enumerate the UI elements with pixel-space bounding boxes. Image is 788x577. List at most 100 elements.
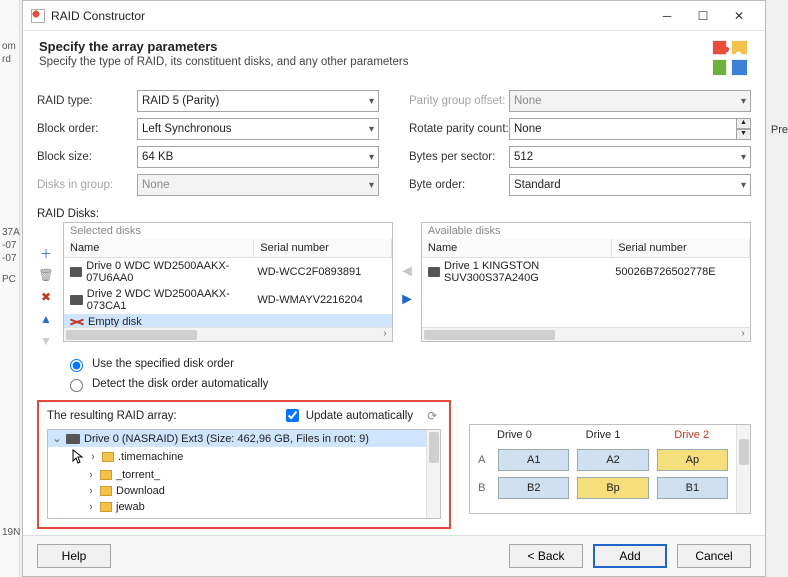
col-name[interactable]: Name (64, 239, 254, 257)
block-order-select[interactable]: Left Synchronous▾ (137, 118, 379, 140)
minimize-button[interactable]: ─ (649, 4, 685, 28)
stripe-row: B B2 Bp B1 (478, 477, 728, 499)
tree-item[interactable]: › .timemachine (48, 447, 440, 467)
bytes-per-sector-select[interactable]: 512▾ (509, 146, 751, 168)
mark-empty-button[interactable]: ✖ (37, 288, 55, 306)
left-form: RAID type: RAID 5 (Parity)▾ Block order:… (37, 90, 379, 196)
stripe-cell: A2 (577, 449, 648, 471)
use-specified-order-radio[interactable]: Use the specified disk order (65, 356, 751, 372)
stripe-cell: B1 (657, 477, 728, 499)
block-size-label: Block size: (37, 151, 137, 163)
stripe-cell-parity: Bp (577, 477, 648, 499)
remove-disk-button[interactable]: 🗑 (37, 266, 55, 284)
chevron-down-icon: ▾ (369, 96, 374, 107)
chevron-down-icon: ▾ (369, 124, 374, 135)
resulting-raid-box: The resulting RAID array: Update automat… (37, 400, 451, 529)
resulting-raid-tree[interactable]: ⌄ Drive 0 (NASRAID) Ext3 (Size: 462,96 G… (47, 429, 441, 519)
background-right-fragment: Pre (771, 124, 788, 136)
rotate-parity-spinner[interactable]: None ▲▼ (509, 118, 751, 140)
stripe-cell: B2 (498, 477, 569, 499)
rotate-parity-label: Rotate parity count: (409, 123, 509, 135)
h-scrollbar[interactable]: ‹› (64, 327, 392, 341)
tree-item[interactable]: › Download (48, 483, 440, 499)
folder-icon (100, 502, 112, 512)
hdd-icon (70, 267, 82, 277)
folder-icon (100, 486, 112, 496)
refresh-icon[interactable]: ⟳ (423, 407, 441, 425)
block-size-select[interactable]: 64 KB▾ (137, 146, 379, 168)
right-form: Parity group offset: None▾ Rotate parity… (409, 90, 751, 196)
move-right-arrow[interactable]: ► (399, 291, 415, 309)
disks-in-group-label: Disks in group: (37, 179, 137, 191)
empty-disk-icon (70, 317, 84, 327)
chevron-down-icon: ▾ (369, 152, 374, 163)
raid-type-select[interactable]: RAID 5 (Parity)▾ (137, 90, 379, 112)
maximize-button[interactable]: ☐ (685, 4, 721, 28)
stripe-map: Drive 0 Drive 1 Drive 2 A A1 A2 Ap (469, 424, 751, 514)
footer: Help < Back Add Cancel (23, 535, 765, 576)
disk-row[interactable]: Empty disk (64, 314, 392, 327)
byte-order-select[interactable]: Standard▾ (509, 174, 751, 196)
chevron-down-icon: ▾ (741, 180, 746, 191)
stripe-cell: A1 (498, 449, 569, 471)
spin-down-icon[interactable]: ▼ (736, 129, 751, 140)
folder-icon (102, 452, 114, 462)
spin-up-icon[interactable]: ▲ (736, 118, 751, 129)
col-serial[interactable]: Serial number (254, 239, 392, 257)
folder-icon (100, 470, 112, 480)
col-name[interactable]: Name (422, 239, 612, 257)
parity-offset-label: Parity group offset: (409, 95, 509, 107)
collapse-icon[interactable]: ⌄ (52, 432, 62, 445)
titlebar: RAID Constructor ─ ☐ ✕ (23, 1, 765, 31)
disk-row[interactable]: Drive 2 WDC WD2500AAKX-073CA1 WD-WMAYV22… (64, 286, 392, 314)
disk-row[interactable]: Drive 0 WDC WD2500AAKX-07U6AA0 WD-WCC2F0… (64, 258, 392, 286)
tree-root[interactable]: ⌄ Drive 0 (NASRAID) Ext3 (Size: 462,96 G… (48, 430, 440, 447)
chevron-down-icon: ▾ (741, 152, 746, 163)
stripe-cell-parity: Ap (657, 449, 728, 471)
close-button[interactable]: ✕ (721, 4, 757, 28)
available-disks-caption: Available disks (422, 223, 750, 239)
expand-icon[interactable]: › (86, 501, 96, 513)
page-title: Specify the array parameters (39, 39, 699, 54)
v-scrollbar[interactable] (736, 425, 750, 513)
move-down-button: ▼ (37, 332, 55, 350)
disks-in-group-select: None▾ (137, 174, 379, 196)
puzzle-icon (711, 39, 749, 80)
block-order-label: Block order: (37, 123, 137, 135)
add-button[interactable]: Add (593, 544, 667, 568)
resulting-raid-label: The resulting RAID array: (47, 410, 272, 422)
chevron-down-icon: ▾ (741, 96, 746, 107)
expand-icon[interactable]: › (86, 485, 96, 497)
detect-order-auto-radio[interactable]: Detect the disk order automatically (65, 376, 751, 392)
raid-constructor-window: RAID Constructor ─ ☐ ✕ Specify the array… (22, 0, 766, 577)
selected-disks-panel: Selected disks Name Serial number Drive … (63, 222, 393, 342)
parity-offset-select: None▾ (509, 90, 751, 112)
move-up-button[interactable]: ▲ (37, 310, 55, 328)
stripe-col-header: Drive 1 (559, 425, 648, 445)
disk-order-options: Use the specified disk order Detect the … (65, 356, 751, 392)
stripe-col-header: Drive 2 (647, 425, 736, 445)
tree-item[interactable]: › _torrent_ (48, 467, 440, 483)
update-automatically-checkbox[interactable]: Update automatically (282, 406, 413, 425)
disk-row[interactable]: Drive 1 KINGSTON SUV300S37A240G 50026B72… (422, 258, 750, 286)
byte-order-label: Byte order: (409, 179, 509, 191)
cancel-button[interactable]: Cancel (677, 544, 751, 568)
expand-icon[interactable]: › (86, 469, 96, 481)
col-serial[interactable]: Serial number (612, 239, 750, 257)
background-window-fragments: om rd 37A -07 -07 PC 19N (0, 0, 20, 577)
add-disk-button[interactable]: ＋ (37, 244, 55, 262)
tree-item[interactable]: › jewab (48, 499, 440, 515)
h-scrollbar[interactable]: ‹› (422, 327, 750, 341)
expand-icon[interactable]: › (88, 451, 98, 463)
move-left-arrow: ◄ (399, 263, 415, 281)
back-button[interactable]: < Back (509, 544, 583, 568)
page-subtitle: Specify the type of RAID, its constituen… (39, 56, 699, 68)
transfer-arrows: ◄ ► (397, 222, 417, 350)
help-button[interactable]: Help (37, 544, 111, 568)
disk-toolbar: ＋ 🗑 ✖ ▲ ▼ (37, 222, 59, 350)
hdd-icon (66, 434, 80, 444)
raid-disks-label: RAID Disks: (37, 208, 751, 220)
app-icon (31, 9, 45, 23)
available-disks-panel: Available disks Name Serial number Drive… (421, 222, 751, 342)
v-scrollbar[interactable] (426, 430, 440, 518)
